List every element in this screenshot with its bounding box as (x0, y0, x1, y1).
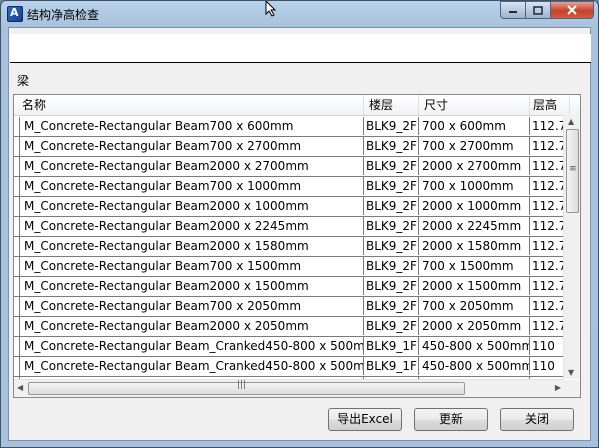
minimize-button[interactable] (500, 1, 526, 19)
close-icon (567, 5, 577, 15)
cell-name[interactable]: M_Concrete-Rectangular Beam2000 x 1580mm (19, 237, 364, 255)
cell-floor[interactable]: BLK9_2F (364, 317, 419, 335)
cell-floor[interactable]: BLK9_2F (364, 237, 419, 255)
cell-size[interactable]: 700 x 600mm (419, 117, 530, 135)
cell-size[interactable]: 2000 x 1500mm (419, 277, 530, 295)
scroll-right-icon[interactable]: ▶ (555, 383, 561, 392)
cell-floor[interactable]: BLK9_2F (364, 157, 419, 175)
cell-floor[interactable]: BLK9_2F (364, 297, 419, 315)
cell-size[interactable]: 2000 x 2050mm (419, 317, 530, 335)
horizontal-scrollbar[interactable]: ◀ ||| ▶ (14, 379, 564, 397)
table-row[interactable]: M_Concrete-Rectangular Beam2000 x 2050mm… (14, 317, 566, 337)
cell-floor[interactable]: BLK9_2F (364, 217, 419, 235)
cell-name[interactable]: M_Concrete-Rectangular Beam_Cranked450-8… (19, 337, 364, 355)
beam-table[interactable]: 名称 楼层 尺寸 层高 M_Concrete-Rectangular Beam7… (13, 94, 581, 398)
cell-name[interactable]: M_Concrete-Rectangular Beam2000 x 1500mm (19, 277, 364, 295)
cell-name[interactable]: M_Concrete-Rectangular Beam700 x 2050mm (19, 297, 364, 315)
maximize-button[interactable] (526, 1, 551, 19)
cell-name[interactable]: M_Concrete-Rectangular Beam700 x 2700mm (19, 137, 364, 155)
table-row[interactable]: M_Concrete-Rectangular Beam2000 x 2245mm… (14, 217, 566, 237)
maximize-icon (533, 5, 543, 15)
table-row[interactable]: M_Concrete-Rectangular Beam_Cranked450-8… (14, 337, 564, 357)
cell-size[interactable]: 2000 x 1000mm (419, 197, 530, 215)
cell-size[interactable]: 700 x 2050mm (419, 297, 530, 315)
cell-floor[interactable]: BLK9_2F (364, 197, 419, 215)
horizontal-scroll-thumb[interactable]: ||| (28, 380, 465, 395)
close-window-button[interactable] (551, 1, 594, 19)
close-button[interactable]: 关闭 (500, 408, 574, 431)
cell-name[interactable]: M_Concrete-Rectangular Beam2000 x 2050mm (19, 317, 364, 335)
table-row[interactable]: M_Concrete-Rectangular Beam700 x 2050mm B… (14, 297, 566, 317)
cell-name[interactable]: M_Concrete-Rectangular Beam700 x 1000mm (19, 177, 364, 195)
vertical-scroll-thumb[interactable]: ≡ (566, 129, 579, 213)
cell-floor[interactable]: BLK9_1F (364, 357, 419, 375)
table-body: M_Concrete-Rectangular Beam700 x 600mm BL… (14, 117, 566, 397)
table-row[interactable]: M_Concrete-Rectangular Beam2000 x 2700mm… (14, 157, 566, 177)
cell-name[interactable]: M_Concrete-Rectangular Beam2000 x 2700mm (19, 157, 364, 175)
cell-size[interactable]: 2000 x 1580mm (419, 237, 530, 255)
info-textbox[interactable] (10, 34, 591, 63)
dialog-client-area: 梁 名称 楼层 尺寸 层高 M_Concrete-Rectangular Bea… (8, 27, 591, 441)
title-bar[interactable]: 结构净高检查 (1, 1, 598, 27)
cell-name[interactable]: M_Concrete-Rectangular Beam2000 x 1000mm (19, 197, 364, 215)
grip-icon: ||| (237, 380, 247, 390)
table-row[interactable]: M_Concrete-Rectangular Beam2000 x 1000mm… (14, 197, 566, 217)
cell-name[interactable]: M_Concrete-Rectangular Beam2000 x 2245mm (19, 217, 364, 235)
cell-size[interactable]: 700 x 2700mm (419, 137, 530, 155)
cell-size[interactable]: 700 x 1500mm (419, 257, 530, 275)
cell-size[interactable]: 2000 x 2245mm (419, 217, 530, 235)
cell-floor[interactable]: BLK9_2F (364, 137, 419, 155)
scroll-up-icon[interactable]: ▲ (568, 117, 574, 126)
cell-floor[interactable]: BLK9_2F (364, 117, 419, 135)
table-row[interactable]: M_Concrete-Rectangular Beam2000 x 1580mm… (14, 237, 566, 257)
cell-floor[interactable]: BLK9_2F (364, 257, 419, 275)
scroll-down-icon[interactable]: ▼ (568, 368, 574, 377)
cell-size[interactable]: 450-800 x 500mm (419, 357, 530, 375)
table-row[interactable]: M_Concrete-Rectangular Beam700 x 1500mm B… (14, 257, 566, 277)
dialog-window: 结构净高检查 梁 名称 楼层 尺寸 层高 M_Concret (0, 0, 599, 448)
minimize-icon (509, 11, 517, 13)
cell-size[interactable]: 2000 x 2700mm (419, 157, 530, 175)
column-header-floor[interactable]: 楼层 (364, 95, 419, 115)
cell-name[interactable]: M_Concrete-Rectangular Beam700 x 600mm (19, 117, 364, 135)
table-header: 名称 楼层 尺寸 层高 (14, 95, 580, 116)
table-row[interactable]: M_Concrete-Rectangular Beam700 x 1000mm B… (14, 177, 566, 197)
column-header-height[interactable]: 层高 (530, 95, 570, 115)
cell-size[interactable]: 700 x 1000mm (419, 177, 530, 195)
column-header-size[interactable]: 尺寸 (419, 95, 530, 115)
column-header-name[interactable]: 名称 (14, 95, 364, 115)
revit-app-icon (7, 6, 23, 22)
scrollbar-corner (564, 380, 580, 397)
cell-floor[interactable]: BLK9_2F (364, 177, 419, 195)
cell-name[interactable]: M_Concrete-Rectangular Beam_Cranked450-8… (19, 357, 364, 375)
mouse-cursor-icon (265, 1, 277, 17)
table-row[interactable]: M_Concrete-Rectangular Beam700 x 2700mm B… (14, 137, 566, 157)
table-row[interactable]: M_Concrete-Rectangular Beam_Cranked450-8… (14, 357, 564, 377)
cell-name[interactable]: M_Concrete-Rectangular Beam700 x 1500mm (19, 257, 364, 275)
table-row[interactable]: M_Concrete-Rectangular Beam2000 x 1500mm… (14, 277, 566, 297)
scroll-left-icon[interactable]: ◀ (17, 383, 23, 392)
window-title: 结构净高检查 (27, 8, 100, 22)
cell-floor[interactable]: BLK9_2F (364, 277, 419, 295)
table-row[interactable]: M_Concrete-Rectangular Beam700 x 600mm BL… (14, 117, 566, 137)
vertical-scrollbar[interactable]: ▲ ≡ ▼ (563, 115, 580, 379)
refresh-button[interactable]: 更新 (414, 408, 488, 431)
grip-icon: ≡ (569, 164, 577, 174)
cell-floor[interactable]: BLK9_1F (364, 337, 419, 355)
cell-size[interactable]: 450-800 x 500mm (419, 337, 530, 355)
export-excel-button[interactable]: 导出Excel (328, 408, 402, 431)
beam-group-label: 梁 (17, 74, 30, 88)
